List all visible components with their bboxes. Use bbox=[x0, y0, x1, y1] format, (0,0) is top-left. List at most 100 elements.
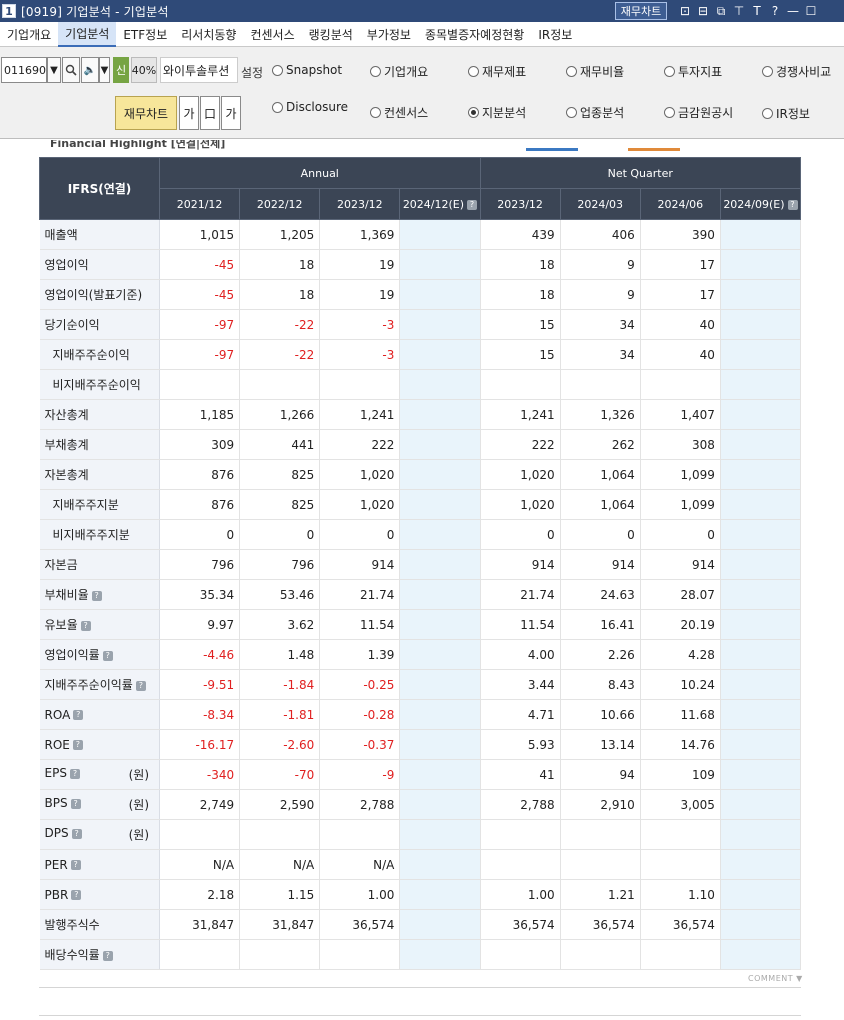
sound-dropdown-icon[interactable]: ▼ bbox=[99, 57, 110, 83]
radio-circle bbox=[370, 66, 381, 77]
minimize-icon[interactable]: — bbox=[784, 2, 802, 20]
table-cell: 21.74 bbox=[480, 579, 561, 610]
help-icon[interactable]: ? bbox=[102, 950, 113, 961]
table-cell: 17 bbox=[640, 279, 721, 310]
table-cell bbox=[720, 219, 802, 250]
close-icon[interactable]: ☐ bbox=[802, 2, 820, 20]
table-cell: -3 bbox=[319, 309, 401, 340]
help-icon[interactable]: ? bbox=[787, 199, 798, 210]
radio-industry-analysis[interactable]: 업종분석 bbox=[566, 104, 624, 121]
fin-chart-title-button[interactable]: 재무차트 bbox=[615, 2, 667, 20]
table-cell bbox=[399, 309, 481, 340]
help-icon[interactable]: ? bbox=[102, 650, 113, 661]
table-cell: 31,847 bbox=[159, 909, 241, 940]
font-size-up-button[interactable]: 가 bbox=[179, 96, 199, 130]
table-cell: 914 bbox=[319, 549, 401, 580]
table-cell: 8.43 bbox=[560, 669, 641, 700]
radio-consensus[interactable]: 컨센서스 bbox=[370, 104, 428, 121]
radio-company-overview[interactable]: 기업개요 bbox=[370, 63, 428, 80]
fin-chart-button[interactable]: 재무차트 bbox=[115, 96, 177, 130]
radio-disclosure[interactable]: Disclosure bbox=[272, 100, 348, 114]
table-cell: 1,326 bbox=[560, 399, 641, 430]
section-header-strip: Financial Highlight [연결|전체] bbox=[40, 140, 800, 152]
table-cell: 2,788 bbox=[480, 789, 561, 820]
table-cell bbox=[720, 339, 802, 370]
radio-shareholding-analysis[interactable]: 지분분석 bbox=[468, 104, 526, 121]
table-cell: 262 bbox=[560, 429, 641, 460]
help-icon[interactable]: ? bbox=[467, 199, 478, 210]
table-cell bbox=[720, 369, 802, 400]
table-cell: 796 bbox=[159, 549, 241, 580]
table-cell bbox=[720, 309, 802, 340]
comment-toggle[interactable]: COMMENT ▼ bbox=[748, 974, 803, 983]
table-row: 매출액 1,015 1,205 1,369 439 406 390 bbox=[39, 219, 802, 250]
percent-badge: 40% bbox=[131, 57, 157, 83]
table-cell bbox=[560, 369, 641, 400]
font-icon[interactable]: T bbox=[748, 2, 766, 20]
help-icon[interactable]: ? bbox=[766, 2, 784, 20]
menu-item-research[interactable]: 리서치동향 bbox=[174, 22, 243, 47]
menu-item-extra[interactable]: 부가정보 bbox=[360, 22, 418, 47]
help-icon[interactable]: ? bbox=[91, 590, 102, 601]
radio-financial-ratios[interactable]: 재무비율 bbox=[566, 63, 624, 80]
stock-code-input[interactable]: 011690 bbox=[1, 57, 47, 83]
table-cell bbox=[399, 399, 481, 430]
help-icon[interactable]: ? bbox=[70, 860, 81, 870]
row-label: PBR? bbox=[39, 879, 160, 910]
help-icon[interactable]: ? bbox=[71, 828, 82, 839]
radio-fss-disclosure[interactable]: 금감원공시 bbox=[664, 104, 733, 121]
layout-icon[interactable]: ⊟ bbox=[694, 2, 712, 20]
menu-item-capital-increase[interactable]: 종목별증자예정현황 bbox=[418, 22, 531, 47]
row-label: 영업이익(발표기준) bbox=[39, 279, 160, 310]
table-row: EPS? (원) -340 -70 -9 41 94 109 bbox=[39, 759, 802, 790]
table-cell: 18 bbox=[239, 279, 321, 310]
table-cell: 35.34 bbox=[159, 579, 241, 610]
table-cell: 36,574 bbox=[560, 909, 641, 940]
copy-icon[interactable]: ⧉ bbox=[712, 2, 730, 20]
radio-snapshot[interactable]: Snapshot bbox=[272, 63, 342, 77]
help-icon[interactable]: ? bbox=[73, 710, 84, 720]
help-icon[interactable]: ? bbox=[135, 680, 146, 691]
table-cell: -1.81 bbox=[239, 699, 321, 730]
menu-item-overview[interactable]: 기업개요 bbox=[0, 22, 58, 47]
sound-icon[interactable]: 🔈 bbox=[81, 57, 99, 83]
menu-item-etf[interactable]: ETF정보 bbox=[116, 22, 174, 47]
help-icon[interactable]: ? bbox=[70, 798, 81, 809]
pin-icon[interactable]: ⊤ bbox=[730, 2, 748, 20]
radio-competitor-comparison[interactable]: 경쟁사비교 bbox=[762, 63, 831, 80]
chart-icon[interactable]: ⊡ bbox=[676, 2, 694, 20]
table-cell: 2,910 bbox=[560, 789, 641, 820]
table-cell bbox=[399, 369, 481, 400]
font-size-down-button[interactable]: 가 bbox=[221, 96, 241, 130]
radio-ir-info[interactable]: IR정보 bbox=[762, 105, 810, 122]
tab-indicator-blue[interactable] bbox=[526, 148, 578, 151]
menu-item-ir[interactable]: IR정보 bbox=[531, 22, 579, 47]
help-icon[interactable]: ? bbox=[71, 890, 82, 900]
search-icon[interactable] bbox=[62, 57, 80, 83]
table-cell: 36,574 bbox=[319, 909, 401, 940]
table-cell: 0 bbox=[239, 519, 321, 550]
frame-icon[interactable]: 口 bbox=[200, 96, 220, 130]
row-label: 지배주주순이익 bbox=[39, 339, 160, 370]
menu-item-consensus[interactable]: 컨센서스 bbox=[243, 22, 301, 47]
table-cell: 1,064 bbox=[560, 459, 641, 490]
tab-indicator-orange[interactable] bbox=[628, 148, 680, 151]
help-icon[interactable]: ? bbox=[69, 768, 80, 779]
code-dropdown-icon[interactable]: ▼ bbox=[47, 57, 61, 83]
help-icon[interactable]: ? bbox=[80, 620, 91, 631]
table-row: DPS? (원) bbox=[39, 819, 802, 850]
table-cell: 3,005 bbox=[640, 789, 721, 820]
table-cell bbox=[399, 519, 481, 550]
table-row: 자본총계 876 825 1,020 1,020 1,064 1,099 bbox=[39, 459, 802, 490]
radio-circle bbox=[468, 66, 479, 77]
setting-label[interactable]: 설정 bbox=[241, 64, 263, 81]
table-cell bbox=[720, 249, 802, 280]
help-icon[interactable]: ? bbox=[72, 740, 83, 750]
radio-financial-statements[interactable]: 재무제표 bbox=[468, 63, 526, 80]
table-cell: -0.37 bbox=[319, 729, 401, 760]
menu-item-ranking[interactable]: 랭킹분석 bbox=[302, 22, 360, 47]
menu-item-analysis[interactable]: 기업분석 bbox=[58, 21, 117, 47]
table-cell: 34 bbox=[560, 339, 641, 370]
radio-investment-indicators[interactable]: 투자지표 bbox=[664, 63, 722, 80]
table-cell: 876 bbox=[159, 459, 241, 490]
